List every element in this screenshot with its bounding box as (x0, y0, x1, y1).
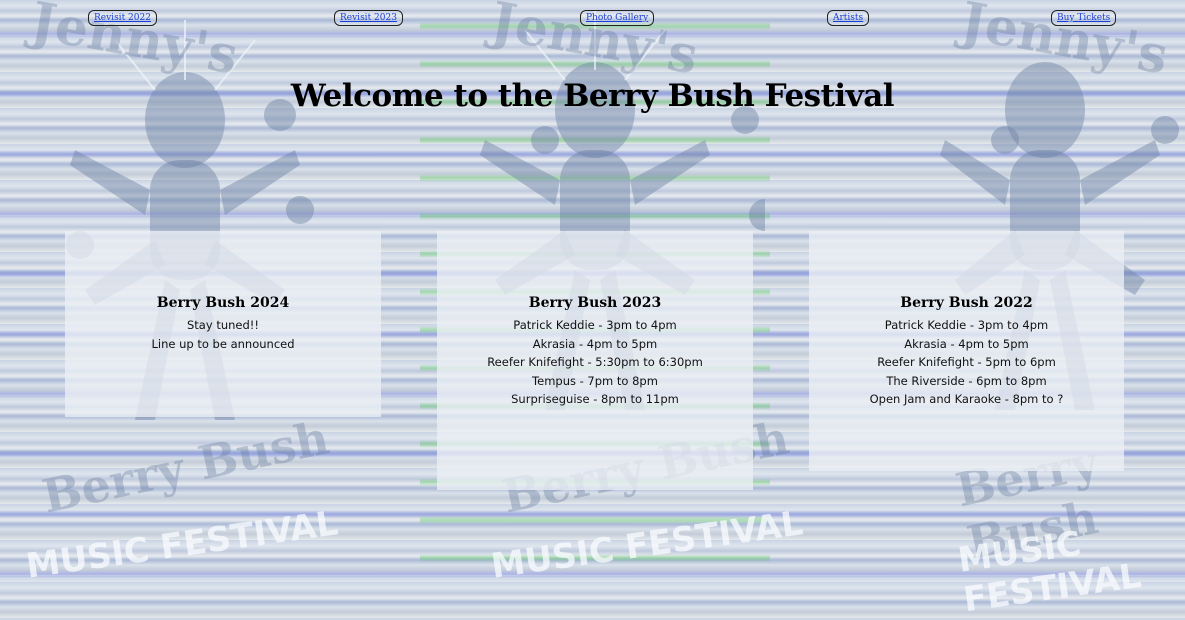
logo-text-bottom-left: MUSIC FESTIVAL (23, 503, 341, 587)
nav-link-buy-tickets[interactable]: Buy Tickets (1051, 10, 1117, 26)
nav-link-artists[interactable]: Artists (827, 10, 870, 26)
card-line: Akrasia - 4pm to 5pm (904, 336, 1029, 351)
card-line: The Riverside - 6pm to 8pm (886, 373, 1047, 388)
card-title: Berry Bush 2022 (900, 295, 1033, 311)
card-title: Berry Bush 2023 (528, 295, 662, 311)
card-line: Akrasia - 4pm to 5pm (532, 336, 658, 351)
card-line: Tempus - 7pm to 8pm (532, 373, 658, 388)
nav-link-revisit-2022[interactable]: Revisit 2022 (88, 10, 157, 26)
logo-text-mid-left: Berry Bush (37, 410, 334, 524)
card-line: Reefer Knifefight - 5:30pm to 6:30pm (487, 355, 703, 369)
card-berry-bush-2024: Berry Bush 2024 Stay tuned!! Line up to … (65, 231, 381, 417)
nav-link-revisit-2023[interactable]: Revisit 2023 (334, 10, 403, 26)
card-line: Reefer Knifefight - 5pm to 6pm (877, 355, 1056, 369)
card-line: Patrick Keddie - 3pm to 4pm (884, 318, 1049, 332)
card-title: Berry Bush 2024 (156, 295, 290, 311)
card-line: Surpriseguise - 8pm to 11pm (511, 392, 679, 406)
card-berry-bush-2023: Berry Bush 2023 Patrick Keddie - 3pm to … (437, 231, 753, 490)
card-line: Patrick Keddie - 3pm to 4pm (513, 318, 677, 332)
logo-text-bottom-center: MUSIC FESTIVAL (488, 503, 806, 587)
card-line: Line up to be announced (151, 336, 295, 351)
card-line: Stay tuned!! (187, 318, 259, 332)
nav-link-photo-gallery[interactable]: Photo Gallery (580, 10, 655, 26)
top-navigation: Revisit 2022 Revisit 2023 Photo Gallery … (0, 10, 1185, 30)
card-line: Open Jam and Karaoke - 8pm to ? (869, 392, 1064, 406)
card-berry-bush-2022: Berry Bush 2022 Patrick Keddie - 3pm to … (809, 231, 1124, 471)
page-title: Welcome to the Berry Bush Festival (290, 78, 895, 114)
logo-text-bottom-right: MUSIC FESTIVAL (955, 523, 1144, 620)
